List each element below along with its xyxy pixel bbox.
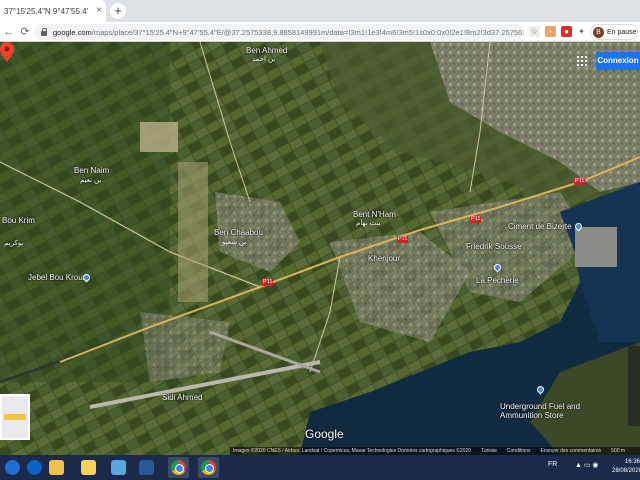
road-badge: P11 (574, 178, 586, 185)
attribution-bar: Images ©2020 CNES / Airbus, Landsat / Co… (230, 447, 640, 455)
star-icon[interactable]: ☆ (529, 26, 540, 37)
url-text: google.com/maps/place/37°15'25.4"N+9°47'… (52, 27, 524, 37)
feedback-link[interactable]: Envoyer des commentaires (541, 448, 602, 454)
map-label[interactable]: Jebel Bou Kroun (28, 273, 87, 282)
chrome-icon (201, 460, 216, 475)
taskbar-app[interactable] (46, 457, 67, 478)
new-tab-button[interactable]: + (110, 3, 126, 19)
map-label[interactable]: La Pecherie (476, 276, 519, 285)
lock-icon (40, 28, 48, 36)
taskbar-chrome[interactable] (168, 457, 189, 478)
avatar: B (593, 26, 604, 38)
chrome-icon (171, 460, 186, 475)
map-label-ar: بن احمد (252, 56, 276, 63)
tab-title: 37°15'25.4"N 9°47'55.4"E - Goog (4, 6, 88, 16)
language-indicator[interactable]: FR (548, 461, 557, 468)
clock-time: 16:36 (624, 459, 640, 465)
apps-grid-icon[interactable] (577, 56, 587, 66)
road-badge: P11 (470, 216, 482, 223)
satellite-map[interactable]: Ben Ahmed بن احمد Ben Naim بن نعيم Bou K… (0, 42, 640, 455)
app-icon (111, 460, 126, 475)
map-label-ar: بن نعيم (80, 177, 102, 184)
tab-maps[interactable]: 37°15'25.4"N 9°47'55.4"E - Goog × (0, 0, 106, 22)
reload-icon[interactable]: ⟳ (18, 24, 32, 40)
map-label[interactable]: Ben Ahmed (246, 46, 287, 55)
scale-bar[interactable]: 500 m (611, 448, 625, 454)
extension-red-icon[interactable]: ● (561, 26, 572, 37)
profile-button[interactable]: B En pause (590, 24, 638, 40)
system-clock[interactable]: 16:36 28/08/2020 (612, 458, 640, 476)
map-label[interactable]: Friedrik Sousse (466, 242, 522, 251)
taskbar-app[interactable] (136, 457, 157, 478)
extension-icon[interactable]: ▪ (545, 26, 556, 37)
country-link[interactable]: Tunisie (481, 448, 497, 454)
map-label[interactable]: Khenjour (368, 254, 400, 263)
notes-icon (81, 460, 96, 475)
map-label-ar: بوكريم (4, 240, 24, 247)
map-label[interactable]: Bent N'Ham (353, 210, 396, 219)
map-label[interactable]: Ciment de Bizerte (508, 222, 572, 231)
puzzle-icon[interactable]: ✦ (576, 26, 587, 37)
google-logo: Google (305, 427, 344, 441)
folder-icon (49, 460, 64, 475)
signin-button[interactable]: Connexion (596, 52, 640, 70)
zoom-controls[interactable] (628, 346, 640, 426)
taskbar-app[interactable] (108, 457, 129, 478)
word-icon (139, 460, 154, 475)
road-badge: P11 (262, 279, 274, 286)
map-layer-thumbnail[interactable] (0, 394, 30, 440)
map-label-ar: بنت نهام (356, 220, 381, 227)
teamviewer-icon (27, 460, 42, 475)
taskbar: FR ▲ ▭ ◉ 16:36 28/08/2020 (0, 455, 640, 480)
map-label[interactable]: Bou Krim (2, 216, 35, 225)
map-label[interactable]: Ben Naim (74, 166, 109, 175)
windows-icon (5, 460, 20, 475)
map-label[interactable]: Underground Fuel and Ammunition Store (500, 402, 590, 420)
taskbar-app[interactable] (78, 457, 99, 478)
tray-icons[interactable]: ▲ ▭ ◉ (575, 461, 599, 469)
taskbar-app[interactable] (24, 457, 45, 478)
close-icon[interactable]: × (96, 5, 102, 17)
map-label[interactable]: Sidi Ahmed (162, 393, 202, 402)
start-button[interactable] (2, 457, 23, 478)
map-label[interactable]: Ben Chaabou (214, 228, 263, 237)
satellite-imagery (0, 42, 640, 455)
location-pin-icon[interactable] (0, 42, 14, 62)
profile-status: En pause (607, 28, 637, 36)
browser-toolbar: ← ⟳ google.com/maps/place/37°15'25.4"N+9… (0, 22, 640, 42)
imagery-credit: Images ©2020 CNES / Airbus, Landsat / Co… (233, 448, 471, 454)
terms-link[interactable]: Conditions (507, 448, 531, 454)
tab-strip: 37°15'25.4"N 9°47'55.4"E - Goog × + (0, 0, 640, 22)
back-arrow-icon[interactable]: ← (2, 24, 16, 40)
map-label-ar: بن شعبو (222, 239, 247, 246)
clock-date: 28/08/2020 (612, 468, 640, 474)
road-badge: P11 (397, 236, 409, 243)
address-bar[interactable]: google.com/maps/place/37°15'25.4"N+9°47'… (34, 24, 524, 40)
taskbar-chrome[interactable] (198, 457, 219, 478)
